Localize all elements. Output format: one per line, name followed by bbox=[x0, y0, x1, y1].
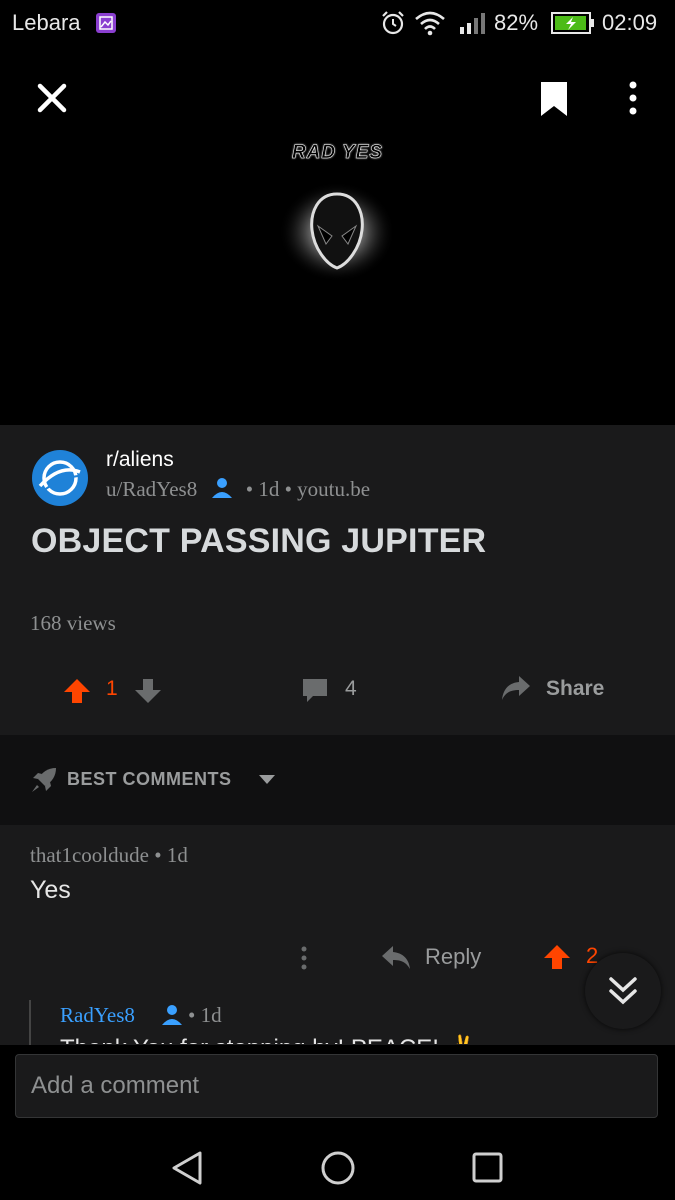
planet-icon bbox=[38, 460, 81, 496]
battery-charging-icon bbox=[551, 12, 594, 34]
android-navigation-bar bbox=[0, 1132, 675, 1200]
comment-author-line: that1cooldude • 1d bbox=[30, 843, 188, 868]
rocket-icon bbox=[32, 768, 56, 792]
comment-body: Yes bbox=[30, 876, 71, 904]
bookmark-icon[interactable] bbox=[538, 80, 570, 118]
comment-upvote-icon[interactable] bbox=[543, 943, 571, 971]
op-user-icon bbox=[162, 1005, 182, 1025]
alien-head-image bbox=[279, 182, 395, 282]
upvote-count: 1 bbox=[106, 677, 118, 700]
add-comment-input[interactable] bbox=[15, 1054, 658, 1118]
reply-button[interactable]: Reply bbox=[425, 944, 481, 970]
post-views: 168 views bbox=[30, 611, 116, 635]
subreddit-avatar[interactable] bbox=[32, 450, 88, 506]
upvote-icon[interactable] bbox=[63, 677, 91, 705]
battery-percent: 82% bbox=[494, 10, 539, 35]
thread-line bbox=[29, 1000, 31, 1045]
post-media[interactable] bbox=[0, 130, 675, 425]
reply-author[interactable]: RadYes8 bbox=[60, 1003, 135, 1028]
subreddit-name[interactable]: r/aliens bbox=[106, 448, 174, 472]
jump-to-next-comment-button[interactable] bbox=[585, 953, 661, 1029]
post-meta: u/RadYes8 • 1d • youtu.be bbox=[106, 476, 370, 502]
carrier-label: Lebara bbox=[12, 10, 81, 35]
sort-label[interactable]: BEST COMMENTS bbox=[67, 769, 232, 790]
comment-icon[interactable] bbox=[301, 676, 329, 704]
wifi-icon bbox=[415, 11, 445, 36]
reply-icon[interactable] bbox=[381, 944, 411, 970]
media-logo-text: RAD YES bbox=[291, 142, 384, 164]
reply-body: Thank You for stopping by! PEACE! ✌ bbox=[60, 1034, 540, 1044]
recents-icon[interactable] bbox=[471, 1151, 505, 1185]
double-chevron-down-icon bbox=[609, 977, 637, 1005]
alarm-icon bbox=[382, 11, 404, 35]
back-icon[interactable] bbox=[170, 1150, 206, 1186]
user-icon bbox=[212, 478, 233, 498]
share-icon[interactable] bbox=[500, 674, 532, 704]
comment-age: • 1d bbox=[154, 843, 188, 867]
signal-icon bbox=[460, 13, 485, 34]
comment-more-icon[interactable] bbox=[298, 945, 310, 971]
post-domain[interactable]: • youtu.be bbox=[285, 477, 371, 501]
gallery-notification-icon bbox=[96, 13, 116, 33]
comment-author[interactable]: that1cooldude bbox=[30, 843, 149, 867]
share-button[interactable]: Share bbox=[546, 677, 604, 701]
close-icon[interactable] bbox=[36, 82, 68, 114]
comment-count: 4 bbox=[345, 677, 357, 700]
chevron-down-icon[interactable] bbox=[258, 773, 276, 785]
downvote-icon[interactable] bbox=[134, 677, 162, 705]
post-author[interactable]: u/RadYes8 bbox=[106, 477, 197, 501]
clock: 02:09 bbox=[602, 10, 658, 35]
more-vertical-icon[interactable] bbox=[624, 80, 642, 116]
reply-age: • 1d bbox=[188, 1003, 222, 1027]
status-bar: Lebara 82% 02:09 bbox=[0, 0, 675, 46]
post-age: • 1d bbox=[245, 477, 280, 501]
post-title[interactable]: OBJECT PASSING JUPITER bbox=[31, 522, 486, 561]
home-icon[interactable] bbox=[320, 1150, 356, 1186]
